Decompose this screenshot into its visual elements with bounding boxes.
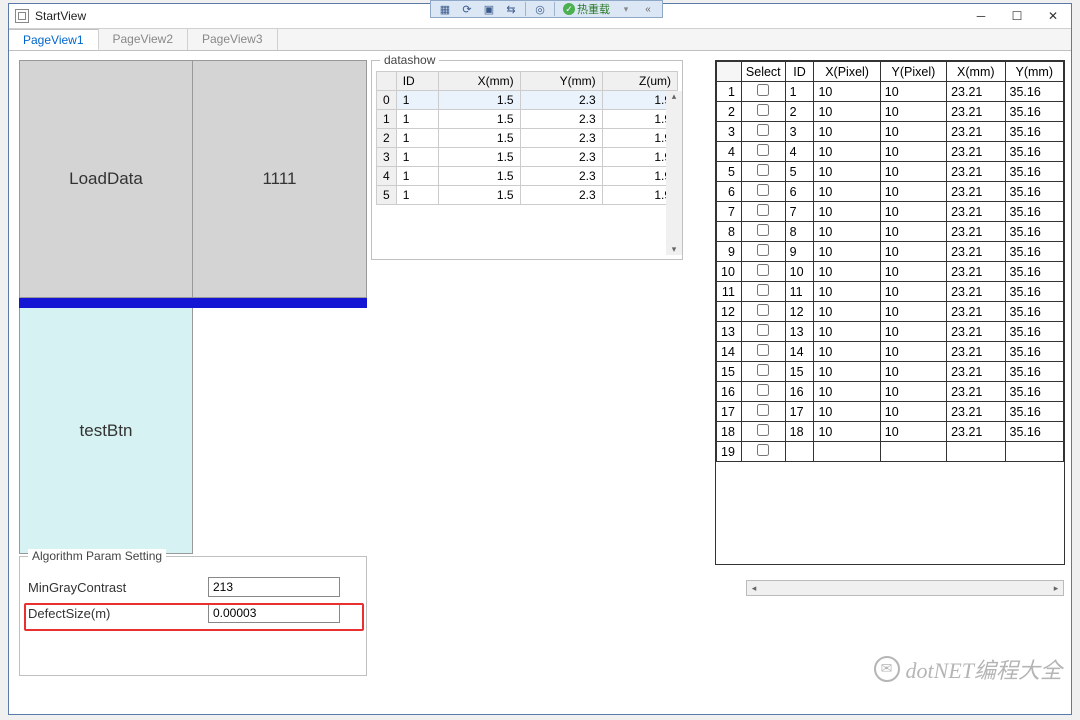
right-table-header[interactable]: ID [785, 62, 814, 82]
datashow-row[interactable]: 511.52.31.9 [377, 186, 678, 205]
close-button[interactable]: ✕ [1035, 4, 1071, 29]
right-table-row[interactable]: 1414101023.2135.16 [717, 342, 1064, 362]
window-title: StartView [35, 9, 86, 23]
datashow-header[interactable] [377, 72, 397, 91]
toolbar-icon-4[interactable]: ⇆ [501, 1, 521, 17]
scroll-left-icon[interactable]: ◂ [747, 583, 761, 594]
tab-pageview1[interactable]: PageView1 [9, 29, 99, 50]
select-checkbox[interactable] [757, 264, 769, 276]
defect-size-input[interactable] [208, 603, 340, 623]
select-checkbox[interactable] [757, 364, 769, 376]
select-checkbox[interactable] [757, 284, 769, 296]
right-table-header[interactable]: Select [741, 62, 785, 82]
right-table-row[interactable]: 1818101023.2135.16 [717, 422, 1064, 442]
datashow-row[interactable]: 411.52.31.9 [377, 167, 678, 186]
datashow-header[interactable]: Z(um) [602, 72, 677, 91]
datashow-title: datashow [380, 53, 439, 67]
wechat-icon: ✉ [874, 656, 900, 682]
select-checkbox[interactable] [757, 424, 769, 436]
right-table-row[interactable]: 1212101023.2135.16 [717, 302, 1064, 322]
min-gray-contrast-label: MinGrayContrast [28, 580, 208, 595]
scroll-right-icon[interactable]: ▸ [1049, 583, 1063, 594]
select-checkbox[interactable] [757, 184, 769, 196]
datashow-table[interactable]: IDX(mm)Y(mm)Z(um) 011.52.31.9111.52.31.9… [376, 71, 678, 205]
toolbar-icon-5[interactable]: ◎ [530, 1, 550, 17]
toolbar-chevron-icon[interactable]: « [638, 1, 658, 17]
app-icon [15, 9, 29, 23]
select-checkbox[interactable] [757, 304, 769, 316]
tabs: PageView1 PageView2 PageView3 [9, 29, 1071, 51]
select-checkbox[interactable] [757, 204, 769, 216]
tab-pageview2[interactable]: PageView2 [99, 29, 189, 50]
select-checkbox[interactable] [757, 244, 769, 256]
defect-size-label: DefectSize(m) [28, 606, 208, 621]
min-gray-contrast-input[interactable] [208, 577, 340, 597]
right-table-row[interactable]: 1616101023.2135.16 [717, 382, 1064, 402]
debug-toolbar: ▦ ⟳ ▣ ⇆ ◎ 热重载 ▾ « [430, 0, 663, 18]
datashow-header[interactable]: Y(mm) [520, 72, 602, 91]
datashow-header[interactable]: X(mm) [438, 72, 520, 91]
right-data-table[interactable]: SelectIDX(Pixel)Y(Pixel)X(mm)Y(mm) 11101… [715, 60, 1065, 565]
algorithm-param-groupbox: Algorithm Param Setting MinGrayContrast … [19, 556, 367, 676]
datashow-row[interactable]: 211.52.31.9 [377, 129, 678, 148]
datashow-row[interactable]: 111.52.31.9 [377, 110, 678, 129]
right-table-row[interactable]: 1717101023.2135.16 [717, 402, 1064, 422]
select-checkbox[interactable] [757, 84, 769, 96]
select-checkbox[interactable] [757, 164, 769, 176]
tab-pageview3[interactable]: PageView3 [188, 29, 278, 50]
button-1111[interactable]: 1111 [193, 60, 367, 298]
right-table-row[interactable]: 1111101023.2135.16 [717, 282, 1064, 302]
datashow-scrollbar[interactable] [666, 91, 682, 255]
right-table-row[interactable]: 66101023.2135.16 [717, 182, 1064, 202]
test-button[interactable]: testBtn [19, 308, 193, 554]
right-table-row[interactable]: 1010101023.2135.16 [717, 262, 1064, 282]
datashow-row[interactable]: 311.52.31.9 [377, 148, 678, 167]
right-table-header[interactable] [717, 62, 742, 82]
toolbar-icon-3[interactable]: ▣ [479, 1, 499, 17]
hot-reload-button[interactable]: 热重载 [559, 1, 614, 17]
select-checkbox[interactable] [757, 104, 769, 116]
right-table-row[interactable]: 22101023.2135.16 [717, 102, 1064, 122]
right-table-row[interactable]: 1313101023.2135.16 [717, 322, 1064, 342]
watermark: ✉ dotNET编程大全 [874, 653, 1062, 685]
select-checkbox[interactable] [757, 404, 769, 416]
toolbar-icon-1[interactable]: ▦ [435, 1, 455, 17]
right-table-row[interactable]: 99101023.2135.16 [717, 242, 1064, 262]
main-window: StartView ─ ☐ ✕ PageView1 PageView2 Page… [8, 3, 1072, 715]
select-checkbox[interactable] [757, 144, 769, 156]
right-table-row[interactable]: 19 [717, 442, 1064, 462]
right-table-row[interactable]: 11101023.2135.16 [717, 82, 1064, 102]
right-table-row[interactable]: 55101023.2135.16 [717, 162, 1064, 182]
maximize-button[interactable]: ☐ [999, 4, 1035, 29]
right-table-row[interactable]: 1515101023.2135.16 [717, 362, 1064, 382]
right-table-header[interactable]: X(Pixel) [814, 62, 880, 82]
minimize-button[interactable]: ─ [963, 4, 999, 29]
right-table-row[interactable]: 77101023.2135.16 [717, 202, 1064, 222]
algorithm-param-title: Algorithm Param Setting [28, 549, 166, 563]
load-data-button[interactable]: LoadData [19, 60, 193, 298]
datashow-header[interactable]: ID [396, 72, 438, 91]
toolbar-dropdown-icon[interactable]: ▾ [616, 1, 636, 17]
select-checkbox[interactable] [757, 224, 769, 236]
splitter-bar[interactable] [19, 298, 367, 308]
right-table-row[interactable]: 33101023.2135.16 [717, 122, 1064, 142]
right-table-hscrollbar[interactable]: ◂ ▸ [746, 580, 1064, 596]
right-table-header[interactable]: Y(mm) [1005, 62, 1064, 82]
select-checkbox[interactable] [757, 324, 769, 336]
select-checkbox[interactable] [757, 344, 769, 356]
toolbar-icon-2[interactable]: ⟳ [457, 1, 477, 17]
right-table-header[interactable]: X(mm) [947, 62, 1005, 82]
datashow-row[interactable]: 011.52.31.9 [377, 91, 678, 110]
select-checkbox[interactable] [757, 124, 769, 136]
select-checkbox[interactable] [757, 444, 769, 456]
right-table-header[interactable]: Y(Pixel) [880, 62, 946, 82]
right-table-row[interactable]: 88101023.2135.16 [717, 222, 1064, 242]
datashow-groupbox: datashow IDX(mm)Y(mm)Z(um) 011.52.31.911… [371, 60, 683, 260]
right-table-row[interactable]: 44101023.2135.16 [717, 142, 1064, 162]
select-checkbox[interactable] [757, 384, 769, 396]
